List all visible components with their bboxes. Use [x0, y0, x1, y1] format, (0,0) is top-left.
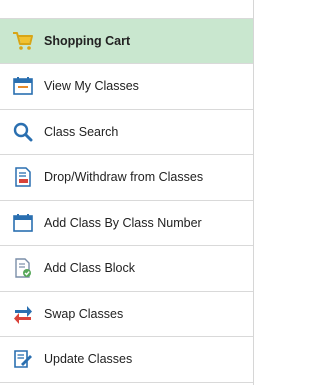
sidebar-item-swap-classes[interactable]: Swap Classes [0, 292, 253, 337]
sidebar-item-class-search[interactable]: Class Search [0, 110, 253, 155]
edit-document-icon [12, 348, 34, 370]
sidebar-item-shopping-cart[interactable]: Shopping Cart [0, 18, 253, 64]
calendar-add-icon [12, 212, 34, 234]
calendar-icon [12, 75, 34, 97]
search-icon [12, 121, 34, 143]
sidebar-item-view-my-classes[interactable]: View My Classes [0, 64, 253, 110]
sidebar-item-label: Add Class By Class Number [44, 215, 202, 230]
shopping-cart-icon [12, 30, 34, 52]
sidebar-item-label: View My Classes [44, 79, 139, 93]
sidebar-item-label: Add Class Block [44, 261, 136, 275]
sidebar-item-label: Class Search [44, 124, 119, 139]
nav-top-spacer [0, 0, 253, 18]
sidebar-item-label: Drop/Withdraw from Classes [44, 170, 204, 184]
sidebar-item-add-class-block[interactable]: Add Class Block [0, 246, 253, 292]
sidebar-item-label: Update Classes [44, 352, 133, 366]
document-check-icon [12, 257, 34, 279]
sidebar-item-update-classes[interactable]: Update Classes [0, 337, 253, 383]
drop-document-icon [12, 166, 34, 188]
sidebar-item-drop-withdraw[interactable]: Drop/Withdraw from Classes [0, 155, 253, 201]
sidebar-item-label: Shopping Cart [44, 33, 131, 48]
sidebar-item-add-class-by-number[interactable]: Add Class By Class Number [0, 201, 253, 246]
sidebar-nav: Shopping Cart View My Classes Class Sear… [0, 0, 254, 385]
swap-arrows-icon [12, 303, 34, 325]
sidebar-item-label: Swap Classes [44, 306, 124, 321]
